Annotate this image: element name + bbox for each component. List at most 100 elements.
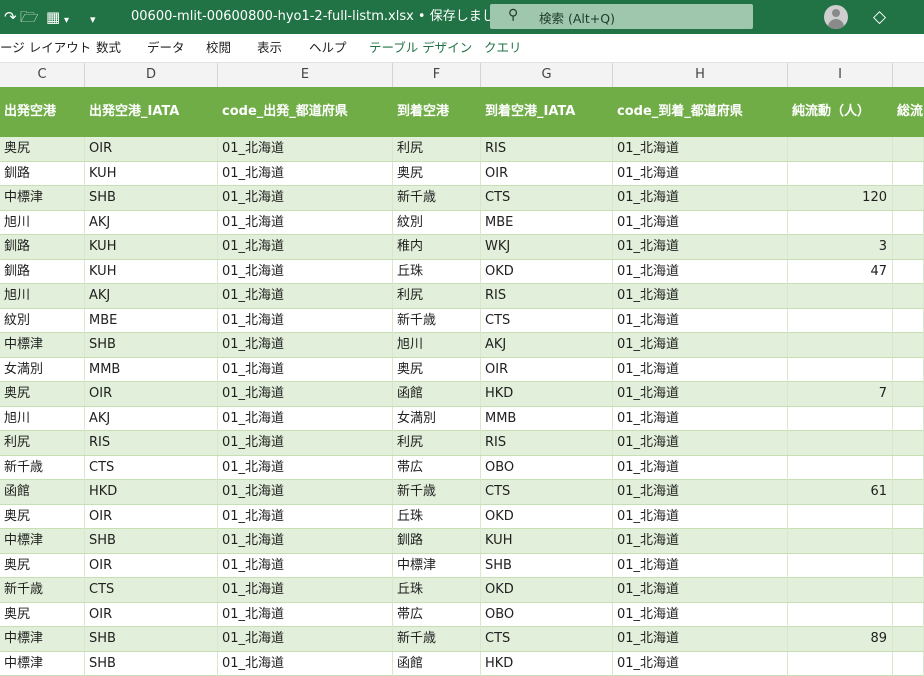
cell-total-flow[interactable] [893, 480, 924, 504]
cell-net-flow[interactable] [788, 407, 893, 431]
cell-total-flow[interactable] [893, 186, 924, 210]
cell-arrival-iata[interactable]: WKJ [481, 235, 613, 259]
cell-departure-airport[interactable]: 釧路 [0, 235, 85, 259]
cell-net-flow[interactable] [788, 652, 893, 676]
cell-total-flow[interactable] [893, 137, 924, 161]
cell-departure-airport[interactable]: 奥尻 [0, 382, 85, 406]
cell-arrival-iata[interactable]: OIR [481, 162, 613, 186]
cell-arrival-iata[interactable]: MMB [481, 407, 613, 431]
cell-arrival-prefecture[interactable]: 01_北海道 [613, 578, 788, 602]
cell-arrival-airport[interactable]: 女満別 [393, 407, 481, 431]
cell-arrival-iata[interactable]: CTS [481, 309, 613, 333]
cell-total-flow[interactable] [893, 529, 924, 553]
cell-arrival-iata[interactable]: MBE [481, 211, 613, 235]
cell-arrival-iata[interactable]: CTS [481, 186, 613, 210]
cell-net-flow[interactable] [788, 529, 893, 553]
chevron-down-icon[interactable]: ▾ [64, 12, 69, 30]
menu-view[interactable]: 表示 [257, 40, 282, 56]
cell-departure-airport[interactable]: 旭川 [0, 284, 85, 308]
cell-departure-iata[interactable]: OIR [85, 382, 218, 406]
cell-departure-airport[interactable]: 中標津 [0, 627, 85, 651]
cell-net-flow[interactable] [788, 505, 893, 529]
cell-arrival-airport[interactable]: 丘珠 [393, 505, 481, 529]
document-title[interactable]: 00600-mlit-00600800-hyo1-2-full-listm.xl… [131, 8, 521, 26]
cell-total-flow[interactable] [893, 603, 924, 627]
cell-departure-airport[interactable]: 中標津 [0, 652, 85, 676]
cell-arrival-prefecture[interactable]: 01_北海道 [613, 382, 788, 406]
cell-total-flow[interactable] [893, 284, 924, 308]
cell-arrival-iata[interactable]: OKD [481, 260, 613, 284]
cell-departure-iata[interactable]: SHB [85, 529, 218, 553]
cell-total-flow[interactable] [893, 456, 924, 480]
cell-arrival-prefecture[interactable]: 01_北海道 [613, 480, 788, 504]
menu-query[interactable]: クエリ [484, 40, 522, 56]
cell-departure-iata[interactable]: CTS [85, 456, 218, 480]
cell-departure-prefecture[interactable]: 01_北海道 [218, 578, 393, 602]
cell-arrival-airport[interactable]: 紋別 [393, 211, 481, 235]
cell-arrival-airport[interactable]: 稚内 [393, 235, 481, 259]
header-arrival-prefecture[interactable]: code_到着_都道府県 [613, 87, 788, 137]
cell-arrival-prefecture[interactable]: 01_北海道 [613, 284, 788, 308]
cell-arrival-airport[interactable]: 新千歳 [393, 309, 481, 333]
cell-arrival-prefecture[interactable]: 01_北海道 [613, 505, 788, 529]
cell-departure-prefecture[interactable]: 01_北海道 [218, 162, 393, 186]
cell-total-flow[interactable] [893, 260, 924, 284]
cell-net-flow[interactable] [788, 358, 893, 382]
cell-departure-iata[interactable]: KUH [85, 260, 218, 284]
cell-departure-iata[interactable]: SHB [85, 333, 218, 357]
cell-departure-airport[interactable]: 利尻 [0, 431, 85, 455]
cell-arrival-iata[interactable]: KUH [481, 529, 613, 553]
cell-total-flow[interactable] [893, 407, 924, 431]
cell-arrival-prefecture[interactable]: 01_北海道 [613, 431, 788, 455]
cell-net-flow[interactable]: 120 [788, 186, 893, 210]
header-departure-prefecture[interactable]: code_出発_都道府県 [218, 87, 393, 137]
header-net-flow[interactable]: 純流動（人） [788, 87, 893, 137]
menu-page-layout[interactable]: ージ レイアウト [0, 40, 91, 56]
cell-departure-iata[interactable]: OIR [85, 554, 218, 578]
header-departure-airport[interactable]: 出発空港 [0, 87, 85, 137]
cell-departure-iata[interactable]: OIR [85, 505, 218, 529]
cell-arrival-prefecture[interactable]: 01_北海道 [613, 309, 788, 333]
cell-departure-airport[interactable]: 奥尻 [0, 603, 85, 627]
cell-net-flow[interactable] [788, 162, 893, 186]
diamond-icon[interactable]: ◇ [873, 7, 886, 27]
column-header-d[interactable]: D [85, 63, 218, 87]
cell-arrival-airport[interactable]: 旭川 [393, 333, 481, 357]
cell-net-flow[interactable] [788, 333, 893, 357]
cell-net-flow[interactable] [788, 431, 893, 455]
column-header-c[interactable]: C [0, 63, 85, 87]
cell-net-flow[interactable]: 47 [788, 260, 893, 284]
cell-arrival-airport[interactable]: 中標津 [393, 554, 481, 578]
cell-arrival-airport[interactable]: 利尻 [393, 137, 481, 161]
header-total-flow[interactable]: 総流 [893, 87, 924, 137]
cell-arrival-prefecture[interactable]: 01_北海道 [613, 554, 788, 578]
header-arrival-iata[interactable]: 到着空港_IATA [481, 87, 613, 137]
cell-departure-prefecture[interactable]: 01_北海道 [218, 260, 393, 284]
cell-arrival-prefecture[interactable]: 01_北海道 [613, 333, 788, 357]
avatar[interactable] [824, 5, 848, 29]
cell-departure-airport[interactable]: 奥尻 [0, 505, 85, 529]
cell-net-flow[interactable]: 3 [788, 235, 893, 259]
cell-departure-prefecture[interactable]: 01_北海道 [218, 480, 393, 504]
cell-net-flow[interactable]: 7 [788, 382, 893, 406]
cell-departure-iata[interactable]: HKD [85, 480, 218, 504]
cell-departure-iata[interactable]: MMB [85, 358, 218, 382]
cell-arrival-iata[interactable]: OKD [481, 505, 613, 529]
cell-departure-iata[interactable]: AKJ [85, 407, 218, 431]
cell-arrival-iata[interactable]: RIS [481, 431, 613, 455]
cell-departure-prefecture[interactable]: 01_北海道 [218, 627, 393, 651]
search-box[interactable]: ⚲ 検索 (Alt+Q) [490, 4, 753, 29]
cell-total-flow[interactable] [893, 309, 924, 333]
cell-departure-prefecture[interactable]: 01_北海道 [218, 186, 393, 210]
cell-total-flow[interactable] [893, 652, 924, 676]
cell-departure-prefecture[interactable]: 01_北海道 [218, 407, 393, 431]
cell-departure-airport[interactable]: 紋別 [0, 309, 85, 333]
cell-arrival-prefecture[interactable]: 01_北海道 [613, 529, 788, 553]
column-header-g[interactable]: G [481, 63, 613, 87]
menu-help[interactable]: ヘルプ [309, 40, 347, 56]
column-header-e[interactable]: E [218, 63, 393, 87]
redo-icon[interactable]: ↷ [4, 8, 17, 26]
cell-departure-prefecture[interactable]: 01_北海道 [218, 431, 393, 455]
cell-departure-prefecture[interactable]: 01_北海道 [218, 211, 393, 235]
cell-departure-prefecture[interactable]: 01_北海道 [218, 309, 393, 333]
